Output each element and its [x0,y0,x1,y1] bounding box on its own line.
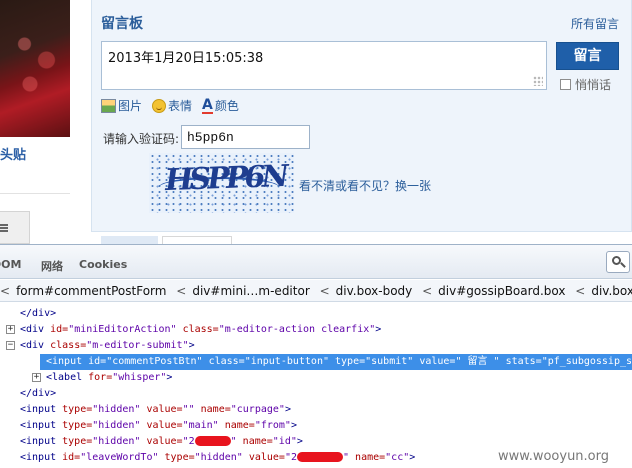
submit-button[interactable]: 留言 [556,42,619,70]
redaction-mark [297,452,343,462]
tree-line[interactable]: <input type="hidden" value="2 " name="id"… [20,434,303,450]
resize-grip-icon[interactable] [533,76,543,86]
tree-line[interactable]: − <div class="m-editor-submit"> [6,338,195,354]
tree-line[interactable]: <input type="hidden" value="main" name="… [20,418,297,434]
emoticon-icon [152,98,167,113]
tab-dom[interactable]: DOM [0,258,21,271]
captcha-input[interactable] [181,125,310,149]
captcha-image-text: HSPP6N [162,158,288,199]
left-menu-tab[interactable] [0,211,30,244]
devtools-search-button[interactable] [606,251,630,273]
editor-text: 2013年1月20日15:05:38 [108,51,264,66]
crumb-gossip-board[interactable]: div#gossipBoard.box [438,284,565,298]
tool-color-label: 颜色 [214,99,239,113]
tab-cookies[interactable]: Cookies [79,258,127,271]
dom-breadcrumb: < form#commentPostForm < div#mini…m-editor… [0,280,632,302]
whisper-label: 悄悄话 [575,78,612,92]
editor-toolbar: 图片 表情 A 颜色 [101,97,239,114]
devtools-toolbar: DOM 网络 Cookies [0,245,632,279]
captcha-label: 请输入验证码: [103,132,180,146]
tree-line[interactable]: + <label for="whisper"> [32,370,172,386]
crumb-box-body[interactable]: div.box-body [336,284,413,298]
tree-line[interactable]: </div> [20,386,56,402]
gossip-board: 留言板 所有留言 2013年1月20日15:05:38 留言 悄悄话 图片 表情… [91,0,632,232]
tree-line[interactable]: </div> [20,306,56,322]
tree-line[interactable]: <input id="leaveWordTo" type="hidden" va… [20,450,415,466]
whisper-checkbox[interactable] [560,79,571,90]
crumb-box-holder[interactable]: div.box-holder [591,284,632,298]
menu-icon [0,224,8,232]
crumb-form[interactable]: form#commentPostForm [16,284,166,298]
board-title: 留言板 [101,16,143,32]
text-color-icon: A [202,96,213,114]
crumb-mini-editor[interactable]: div#mini…m-editor [192,284,309,298]
picture-icon [101,98,116,113]
tool-picture[interactable]: 图片 [101,97,142,114]
tool-emoticon[interactable]: 表情 [152,97,192,114]
collapse-icon[interactable]: − [6,341,15,350]
tree-line[interactable]: + <div id="miniEditorAction" class="m-ed… [6,322,381,338]
watermark: www.wooyun.org [498,449,610,464]
expand-icon[interactable]: + [32,373,41,382]
tool-color[interactable]: A 颜色 [202,97,239,114]
tree-line-selected[interactable]: <input id="commentPostBtn" class="input-… [40,354,632,370]
tab-network[interactable]: 网络 [41,258,63,274]
all-messages-link[interactable]: 所有留言 [571,15,619,32]
redaction-mark [194,436,231,446]
captcha-refresh-link[interactable]: 看不清或看不见？换一张 [299,177,431,194]
expand-icon[interactable]: + [6,325,15,334]
tree-line[interactable]: <input type="hidden" value="" name="curp… [20,402,291,418]
whisper-option[interactable]: 悄悄话 [560,76,611,93]
left-divider [0,193,70,194]
head-photo-link[interactable]: 头贴 [0,144,26,163]
tool-emoticon-label: 表情 [168,99,193,113]
photo-detail [8,20,63,100]
devtools-panel: DOM 网络 Cookies <form#commentPostForm <di… [0,244,632,468]
profile-photo[interactable] [0,0,70,137]
captcha-image[interactable]: HSPP6N [149,153,294,213]
tool-picture-label: 图片 [118,99,143,113]
message-editor[interactable]: 2013年1月20日15:05:38 [101,41,547,90]
